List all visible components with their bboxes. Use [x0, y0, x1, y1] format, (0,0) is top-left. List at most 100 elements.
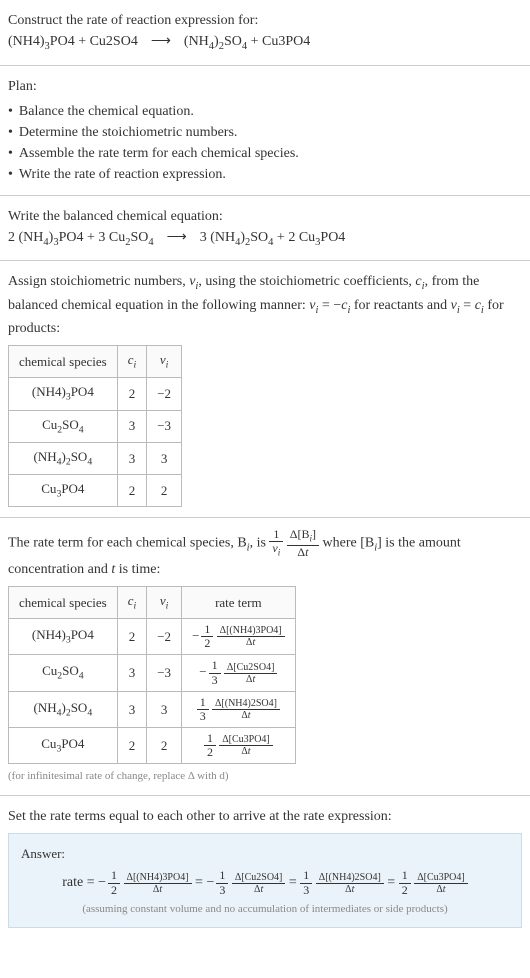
denominator: Δt	[224, 674, 278, 685]
numerator: 1	[209, 659, 221, 673]
coef: 2	[8, 230, 15, 245]
plan-item-text: Assemble the rate term for each chemical…	[19, 143, 299, 164]
fraction: 13	[300, 869, 312, 896]
numerator: 1	[108, 869, 120, 883]
table-row: Cu2SO4 3 −3 −13 Δ[Cu2SO4]Δt	[9, 655, 296, 691]
table-row: Cu2SO43−3	[9, 410, 182, 442]
numerator: 1	[216, 869, 228, 883]
answer-note: (assuming constant volume and no accumul…	[21, 901, 509, 918]
cell-c: 2	[117, 618, 147, 654]
table-header-row: chemical species ci νi rate term	[9, 586, 296, 618]
assign-section: Assign stoichiometric numbers, νi, using…	[0, 261, 530, 518]
denominator: 2	[204, 746, 216, 759]
text: where [B	[323, 536, 375, 551]
question-title: Construct the rate of reaction expressio…	[8, 10, 522, 31]
denominator: Δt	[287, 546, 319, 559]
fraction: Δ[Cu2SO4]Δt	[224, 662, 278, 685]
numerator: Δ[Bi]	[287, 528, 319, 545]
col-nu: νi	[147, 586, 182, 618]
balanced-section: Write the balanced chemical equation: 2 …	[0, 196, 530, 262]
cell-species: Cu3PO4	[9, 728, 118, 764]
text: , is	[250, 536, 270, 551]
cell-c: 3	[117, 691, 147, 727]
denominator: Δt	[124, 884, 192, 895]
cell-nu: −2	[147, 618, 182, 654]
plan-item-text: Write the rate of reaction expression.	[19, 164, 226, 185]
cell-rate: 13 Δ[(NH4)2SO4]Δt	[182, 691, 296, 727]
fraction: 12	[201, 623, 213, 650]
coef: 2	[288, 230, 295, 245]
list-item: •Assemble the rate term for each chemica…	[8, 143, 522, 164]
fraction: 12	[108, 869, 120, 896]
list-item: • Write the rate of reaction expression.	[8, 164, 522, 185]
cell-nu: 3	[147, 442, 182, 474]
denominator: 2	[108, 884, 120, 897]
col-nu: νi	[147, 346, 182, 378]
numerator: 1	[399, 869, 411, 883]
table-row: (NH4)2SO4 3 3 13 Δ[(NH4)2SO4]Δt	[9, 691, 296, 727]
fraction: Δ[(NH4)3PO4]Δt	[217, 625, 285, 648]
table-row: (NH4)2SO433	[9, 442, 182, 474]
table-row: Cu3PO4 2 2 12 Δ[Cu3PO4]Δt	[9, 728, 296, 764]
coef: 3	[98, 230, 105, 245]
plan-heading: Plan:	[8, 76, 522, 97]
numerator: Δ[(NH4)2SO4]	[316, 872, 384, 884]
cell-nu: −2	[147, 378, 182, 410]
fraction: Δ[(NH4)3PO4]Δt	[124, 872, 192, 895]
balanced-equation: 2 (NH4)3PO4 + 3 Cu2SO4 ⟶ 3 (NH4)2SO4 + 2…	[8, 227, 522, 251]
final-heading: Set the rate terms equal to each other t…	[8, 806, 522, 827]
denominator: 2	[399, 884, 411, 897]
cell-species: Cu2SO4	[9, 655, 118, 691]
cell-nu: 2	[147, 728, 182, 764]
plan-item-text: Balance the chemical equation.	[19, 101, 194, 122]
text: =	[460, 298, 475, 313]
table-row: Cu3PO422	[9, 475, 182, 507]
numerator: Δ[Cu2SO4]	[224, 662, 278, 674]
fraction: 12	[399, 869, 411, 896]
denominator: Δt	[316, 884, 384, 895]
numerator: 1	[197, 696, 209, 710]
fraction: 13	[216, 869, 228, 896]
numerator: Δ[Cu3PO4]	[414, 872, 468, 884]
cell-nu: −3	[147, 410, 182, 442]
col-species: chemical species	[9, 586, 118, 618]
rate-label: rate	[62, 875, 83, 890]
unbalanced-equation: (NH4)3PO4 + Cu2SO4 ⟶ (NH4)2SO4 + Cu3PO4	[8, 31, 522, 55]
cell-nu: 2	[147, 475, 182, 507]
plan-list: • Balance the chemical equation. • Determi…	[8, 101, 522, 185]
fraction: 13	[209, 659, 221, 686]
rateterm-text: The rate term for each chemical species,…	[8, 528, 522, 579]
text: = −	[318, 298, 341, 313]
col-c: ci	[117, 346, 147, 378]
text: The rate term for each chemical species,…	[8, 536, 247, 551]
col-rate: rate term	[182, 586, 296, 618]
balanced-heading: Write the balanced chemical equation:	[8, 206, 522, 227]
numerator: Δ[Cu3PO4]	[219, 734, 273, 746]
stoich-table: chemical species ci νi (NH4)3PO42−2 Cu2S…	[8, 345, 182, 507]
plan-section: Plan: • Balance the chemical equation. • D…	[0, 66, 530, 196]
fraction: 13	[197, 696, 209, 723]
coef: 3	[200, 230, 207, 245]
bullet-icon: •	[8, 164, 13, 185]
cell-c: 2	[117, 378, 147, 410]
arrow-icon: ⟶	[167, 230, 187, 245]
denominator: 3	[209, 674, 221, 687]
text: Assign stoichiometric numbers,	[8, 274, 189, 289]
numerator: 1	[269, 528, 283, 542]
fraction: Δ[Cu2SO4]Δt	[232, 872, 286, 895]
sign: −	[192, 628, 199, 643]
plan-item-text: Determine the stoichiometric numbers.	[19, 122, 238, 143]
denominator: Δt	[414, 884, 468, 895]
denominator: 3	[300, 884, 312, 897]
answer-box: Answer: rate = −12 Δ[(NH4)3PO4]Δt = −13 …	[8, 833, 522, 928]
cell-species: (NH4)3PO4	[9, 618, 118, 654]
sign: −	[206, 875, 214, 890]
col-c: ci	[117, 586, 147, 618]
cell-c: 3	[117, 655, 147, 691]
cell-c: 2	[117, 728, 147, 764]
col-species: chemical species	[9, 346, 118, 378]
list-item: • Determine the stoichiometric numbers.	[8, 122, 522, 143]
fraction: Δ[Cu3PO4]Δt	[219, 734, 273, 757]
denominator: 3	[197, 710, 209, 723]
bullet-icon: •	[8, 122, 13, 143]
